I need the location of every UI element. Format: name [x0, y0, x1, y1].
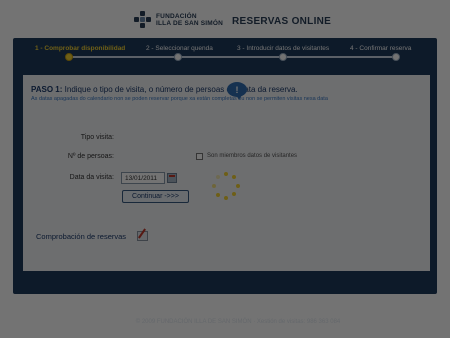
- calendar-icon[interactable]: [167, 173, 177, 183]
- comprobacion-reservas-link[interactable]: Comprobación de reservas: [36, 232, 126, 241]
- step-progress-line: [69, 56, 399, 58]
- main-panel: 1 - Comprobar disponibilidad 2 - Selecci…: [13, 38, 437, 325]
- step-4-dot: [392, 53, 400, 61]
- data-visita-input[interactable]: [121, 172, 165, 184]
- logo-line1: FUNDACIÓN: [156, 13, 197, 20]
- edit-pencil-icon[interactable]: [136, 228, 148, 241]
- logo: FUNDACIÓN ILLA DE SAN SIMÓN: [134, 11, 223, 29]
- data-visita-label: Data da visita:: [69, 174, 114, 181]
- fundacion-logo-icon: [134, 11, 152, 29]
- paso-note: As datas apagadas do calendario non se p…: [31, 96, 328, 102]
- step-1-label: 1 - Comprobar disponibilidad: [35, 45, 126, 52]
- step-4-label: 4 - Confirmar reserva: [350, 45, 412, 52]
- loading-spinner-icon: [212, 172, 240, 200]
- step-progress: 1 - Comprobar disponibilidad 2 - Selecci…: [13, 38, 437, 64]
- logo-text: FUNDACIÓN ILLA DE SAN SIMÓN: [156, 13, 223, 27]
- header: FUNDACIÓN ILLA DE SAN SIMÓN RESERVAS ONL…: [0, 0, 450, 38]
- num-persoas-label: Nº de persoas:: [67, 153, 114, 160]
- footer-text: © 2009 FUNDACIÓN ILLA DE SAN SIMÓN · Xes…: [135, 319, 341, 325]
- paso-title: PASO 1: Indique o tipo de visita, o núme…: [31, 85, 298, 94]
- logo-line2: ILLA DE SAN SIMÓN: [156, 20, 224, 27]
- step-3-label: 3 - Introducir datos de visitantes: [237, 45, 330, 52]
- site-title: RESERVAS ONLINE: [232, 16, 332, 27]
- step-3-dot: [279, 53, 287, 61]
- tipo-visita-label: Tipo visita:: [80, 134, 114, 141]
- speech-bubble-tail: [236, 95, 242, 100]
- step-2-dot: [174, 53, 182, 61]
- step-1-dot: [65, 53, 73, 61]
- page: FUNDACIÓN ILLA DE SAN SIMÓN RESERVAS ONL…: [0, 0, 450, 338]
- paso-prefix: PASO 1:: [31, 85, 63, 94]
- datos-visitantes-checkbox[interactable]: [196, 153, 203, 160]
- tip-icon-glyph: !: [235, 84, 239, 95]
- datos-visitantes-label: Son miembros datos de visitantes: [207, 153, 298, 159]
- paso-title-text: Indique o tipo de visita, o número de pe…: [62, 85, 298, 94]
- continue-button[interactable]: Continuar ->>>: [122, 190, 189, 203]
- step-2-label: 2 - Seleccionar quenda: [146, 45, 213, 52]
